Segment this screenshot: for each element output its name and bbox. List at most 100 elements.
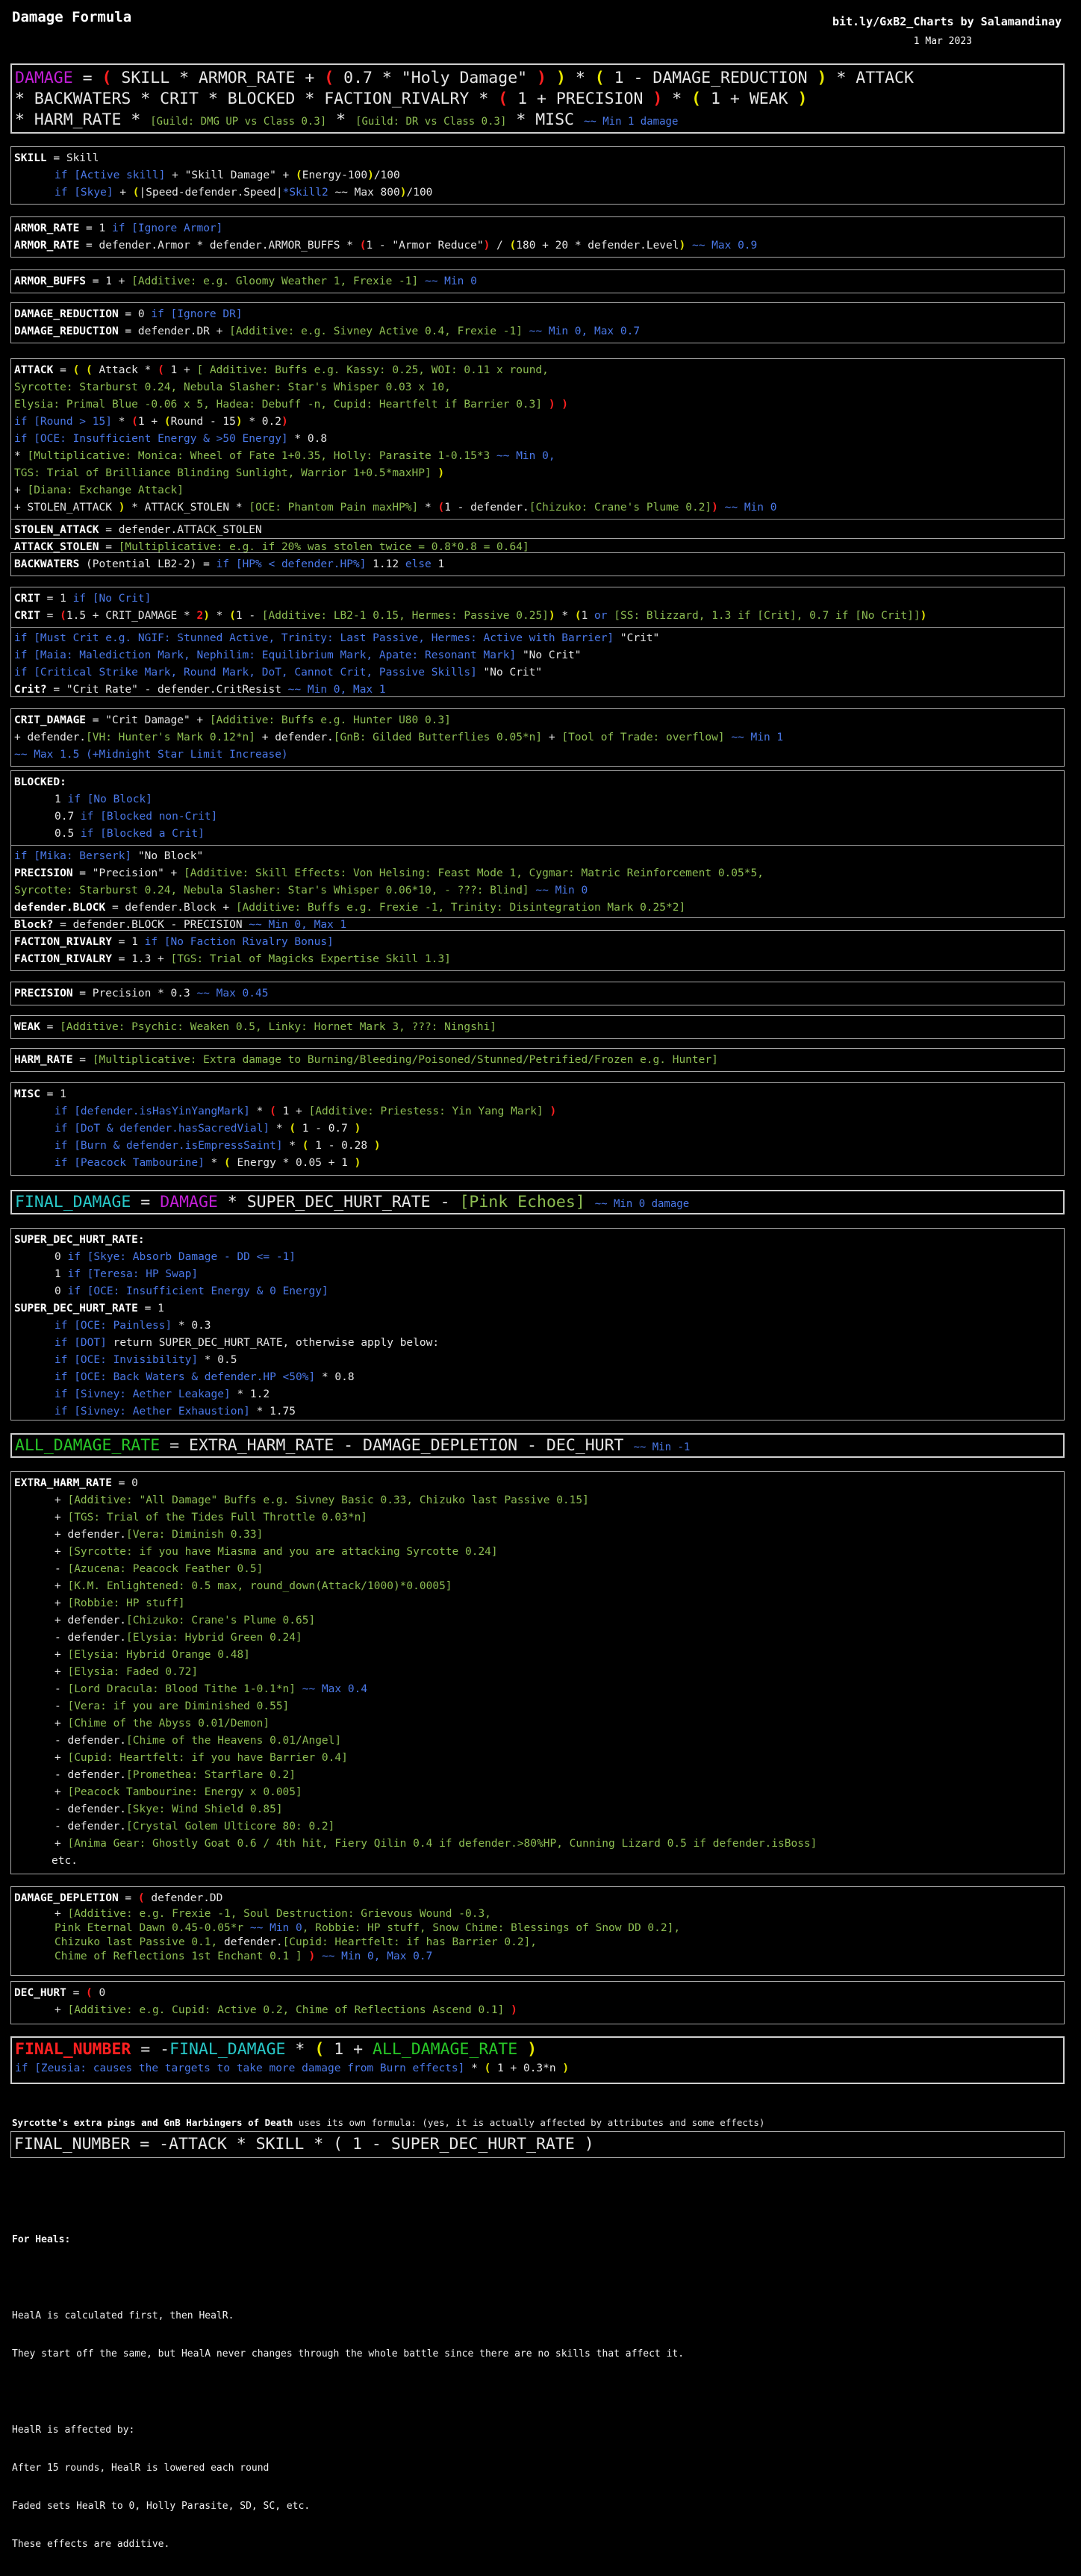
formula-line: ARMOR_BUFFS = 1 + [Additive: e.g. Gloomy… [14,273,1064,290]
formula-token: 1 [581,610,595,622]
formula-token: * ATTACK [826,69,914,87]
formula-token: [HP% < defender.HP%] [235,558,367,570]
formula-token: ( [131,416,138,428]
formula-token: [Multiplicative: Extra damage to Burning… [92,1054,718,1066]
formula-token: ATTACK [14,364,54,376]
formula-token: = [40,610,60,622]
formula-token: [Additive: e.g. Sivney Active 0.4, Frexi… [229,325,523,337]
formula-line: if [Peacock Tambourine] * ( Energy * 0.0… [14,1155,1064,1172]
formula-line: BLOCKED: [14,774,1064,791]
formula-token: ( [437,502,445,514]
formula-line: * [Multiplicative: Monica: Wheel of Fate… [14,448,1064,465]
formula-token: defender.DD [144,1892,223,1904]
formula-token [543,1105,550,1117]
formula-token: 1 [431,558,445,570]
list-item: - defender.[Elysia: Hybrid Green 0.24] [14,1630,1064,1647]
formula-token: = 1 [137,1303,164,1314]
formula-token: + defender. [54,1529,127,1541]
formula-token: + [54,1512,68,1524]
formula-token: 1 - defender. [444,502,529,514]
formula-token: if [54,1123,75,1135]
formula-token: if [80,828,101,840]
credit-link[interactable]: bit.ly/GxB2_Charts by Salamandinay [832,13,1062,31]
formula-token: ) [203,610,210,622]
formula-token: if [54,169,75,181]
formula-line: if [Active skill] + "Skill Damage" + (En… [14,167,1064,184]
formula-line-1: DAMAGE = ( SKILL * ARMOR_RATE + ( 0.7 * … [15,68,1063,89]
formula-token: DAMAGE_REDUCTION [14,325,119,337]
weak-box: WEAK = [Additive: Psychic: Weaken 0.5, L… [10,1015,1065,1039]
misc-box: MISC = 1 if [defender.isHasYinYangMark] … [10,1082,1065,1176]
formula-token: [Diana: Exchange Attack] [27,484,184,496]
formula-token: ) [235,416,243,428]
formula-token: [Critical Strike Mark, Round Mark, DoT, … [34,667,477,679]
formula-token: = 0 [118,308,152,320]
formula-line: DAMAGE_REDUCTION = defender.DR + [Additi… [14,323,1064,340]
formula-token: FINAL_DAMAGE [15,1193,131,1211]
formula-token: if [54,1157,75,1169]
formula-token: = defender.DR + [118,325,230,337]
formula-token: + [54,1752,68,1764]
formula-line: if [Round > 15] * (1 + (Round - 15) * 0.… [14,414,1064,431]
formula-token: * ATTACK_STOLEN * [125,502,249,514]
formula-token: [Elysia: Faded 0.72] [67,1666,199,1678]
formula-line: if [Maia: Malediction Mark, Nephilim: Eq… [14,647,1064,664]
formula-token: if [14,649,34,661]
formula-token: * [111,416,132,428]
formula-token: 1 - 0.28 [308,1140,374,1152]
harm-rate-box: HARM_RATE = [Multiplicative: Extra damag… [10,1048,1065,1072]
formula-token: 1 + [137,416,164,428]
formula-line: ~~ Max 1.5 (+Midnight Star Limit Increas… [14,749,288,761]
formula-token: = [72,1054,93,1066]
formula-token: ( [132,187,140,199]
formula-token: * SUPER_DEC_HURT_RATE - [217,1193,460,1211]
formula-token: [Lord Dracula: Blood Tithe 1-0.1*n] [67,1683,296,1695]
list-item: + [Anima Gear: Ghostly Goat 0.6 / 4th hi… [14,1836,1064,1853]
formula-line: DAMAGE_REDUCTION = 0 if [Ignore DR] [14,306,1064,323]
formula-token: Pink Eternal Dawn 0.45-0.05*r [54,1922,250,1934]
formula-token: ( [324,69,334,87]
formula-token: = [53,364,73,376]
formula-token: [Ignore Armor] [131,222,223,234]
formula-token: if [14,416,34,428]
formula-token: = defender.BLOCK - PRECISION [53,919,249,931]
formula-token: CRIT [14,610,40,622]
formula-token: ~~ Min 0, [496,450,555,462]
formula-token: [No Block] [87,793,152,805]
formula-token: = "Crit Damage" + [86,714,210,726]
formula-token: /100 [373,169,400,181]
formula-token: ) [527,2040,538,2059]
formula-token: + [54,1597,68,1609]
formula-token: [Crystal Golem Ulticore 80: 0.2] [126,1821,335,1833]
formula-token [523,325,529,337]
formula-token: 1 + WEAK [701,90,798,108]
faction-rivalry-box: FACTION_RIVALRY = 1 if [No Faction Rival… [10,930,1065,971]
formula-token: [Guild: DMG UP vs Class 0.3] [150,116,327,128]
formula-line: if [OCE: Painless] * 0.3 [14,1317,1064,1335]
formula-token: + [54,1718,68,1730]
extra-harm-rate-box: EXTRA_HARM_RATE = 0 + [Additive: "All Da… [10,1471,1065,1874]
formula-token: = "Precision" + [72,867,184,879]
formula-token: [Additive: Skill Effects: Von Helsing: F… [183,867,764,879]
formula-token [585,1193,595,1211]
formula-token: * [285,2040,315,2059]
formula-token: ) [652,90,663,108]
formula-token: * [282,1140,302,1152]
formula-token: 1 + [324,2040,373,2059]
formula-token: [OCE: Back Waters & defender.HP <50%] [74,1371,316,1383]
formula-line: if [Critical Strike Mark, Round Mark, Do… [14,664,1064,682]
formula-token: * 0.5 [198,1354,237,1366]
blocked-box: BLOCKED: 1 if [No Block] 0.7 if [Blocked… [10,770,1065,931]
formula-token: 1 - "Armor Reduce" [366,240,484,252]
formula-token: ~~ Min 0 [535,885,588,896]
formula-line: Syrcotte: Starburst 0.24, Nebula Slasher… [14,381,451,393]
formula-token: if [15,2062,35,2074]
formula-token: if [54,1320,75,1332]
formula-token: ) [817,69,827,87]
formula-token: if [54,1406,75,1418]
formula-token: 2 [196,610,204,622]
formula-token [296,1683,302,1695]
formula-token: [DOT] [74,1337,107,1349]
formula-token: ( [574,610,582,622]
formula-token: if [14,850,34,862]
